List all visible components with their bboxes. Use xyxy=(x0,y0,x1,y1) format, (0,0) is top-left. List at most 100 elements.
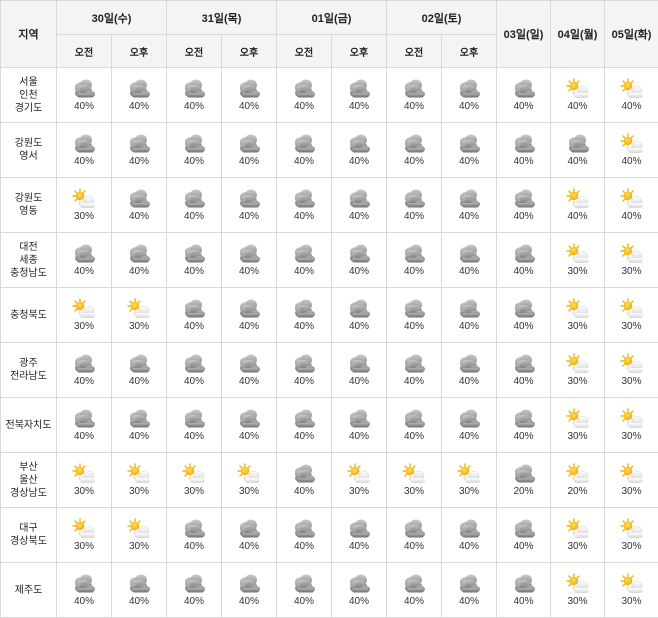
forecast-cell: 40% xyxy=(497,233,551,288)
cloudy-icon xyxy=(71,573,97,595)
precipitation-probability: 40% xyxy=(387,266,441,277)
forecast-cell: 40% xyxy=(222,288,277,343)
forecast-cell: 40% xyxy=(277,398,332,453)
cloudy-icon xyxy=(181,298,207,320)
forecast-cell: 40% xyxy=(167,178,222,233)
region-name-line: 전라남도 xyxy=(1,370,56,383)
day-header-02: 02일(토) xyxy=(387,1,497,35)
forecast-cell: 30% xyxy=(387,453,442,508)
forecast-cell: 40% xyxy=(167,288,222,343)
cloudy-icon xyxy=(346,78,372,100)
cloudy-icon xyxy=(236,133,262,155)
cloudy-icon xyxy=(401,133,427,155)
precipitation-probability: 40% xyxy=(57,156,111,167)
forecast-cell: 40% xyxy=(277,233,332,288)
pm-header: 오후 xyxy=(442,35,497,68)
precipitation-probability: 40% xyxy=(387,156,441,167)
forecast-cell: 40% xyxy=(112,123,167,178)
forecast-cell: 30% xyxy=(222,453,277,508)
region-name-line: 광주 xyxy=(1,357,56,370)
cloudy-icon xyxy=(181,78,207,100)
forecast-cell: 30% xyxy=(605,398,658,453)
forecast-cell: 30% xyxy=(551,508,605,563)
cloudy-icon xyxy=(181,243,207,265)
region-name: 대구경상북도 xyxy=(1,508,57,563)
partly-cloudy-icon xyxy=(619,573,645,595)
precipitation-probability: 40% xyxy=(387,211,441,222)
cloudy-icon xyxy=(346,408,372,430)
forecast-cell: 40% xyxy=(551,123,605,178)
partly-cloudy-icon xyxy=(565,408,591,430)
precipitation-probability: 40% xyxy=(497,211,550,222)
forecast-cell: 40% xyxy=(222,68,277,123)
day-header-30: 30일(수) xyxy=(57,1,167,35)
precipitation-probability: 20% xyxy=(551,486,604,497)
forecast-cell: 40% xyxy=(442,233,497,288)
forecast-cell: 30% xyxy=(605,453,658,508)
precipitation-probability: 40% xyxy=(277,541,331,552)
forecast-cell: 40% xyxy=(497,563,551,618)
precipitation-probability: 40% xyxy=(387,431,441,442)
cloudy-icon xyxy=(181,408,207,430)
cloudy-icon xyxy=(456,518,482,540)
forecast-cell: 40% xyxy=(387,288,442,343)
precipitation-probability: 30% xyxy=(551,596,604,607)
forecast-cell: 40% xyxy=(497,343,551,398)
precipitation-probability: 40% xyxy=(332,596,386,607)
cloudy-icon xyxy=(236,353,262,375)
precipitation-probability: 40% xyxy=(387,596,441,607)
precipitation-probability: 40% xyxy=(332,101,386,112)
forecast-cell: 40% xyxy=(387,398,442,453)
cloudy-icon xyxy=(291,133,317,155)
precipitation-probability: 40% xyxy=(167,101,221,112)
precipitation-probability: 40% xyxy=(387,541,441,552)
partly-cloudy-icon xyxy=(619,463,645,485)
precipitation-probability: 40% xyxy=(112,266,166,277)
precipitation-probability: 40% xyxy=(112,211,166,222)
cloudy-icon xyxy=(456,353,482,375)
forecast-cell: 30% xyxy=(605,508,658,563)
cloudy-icon xyxy=(126,573,152,595)
forecast-cell: 30% xyxy=(112,508,167,563)
partly-cloudy-icon xyxy=(565,78,591,100)
table-row: 대구경상북도30%30%40%40%40%40%40%40%40%30%30% xyxy=(1,508,658,563)
forecast-cell: 40% xyxy=(497,508,551,563)
partly-cloudy-icon xyxy=(126,463,152,485)
cloudy-icon xyxy=(456,573,482,595)
forecast-cell: 40% xyxy=(497,398,551,453)
precipitation-probability: 20% xyxy=(497,486,550,497)
forecast-cell: 40% xyxy=(332,123,387,178)
cloudy-icon xyxy=(71,133,97,155)
partly-cloudy-icon xyxy=(619,518,645,540)
cloudy-icon xyxy=(291,188,317,210)
cloudy-icon xyxy=(71,353,97,375)
cloudy-icon xyxy=(511,133,537,155)
cloudy-icon xyxy=(126,188,152,210)
cloudy-icon xyxy=(236,78,262,100)
precipitation-probability: 40% xyxy=(112,376,166,387)
cloudy-icon xyxy=(126,133,152,155)
precipitation-probability: 40% xyxy=(605,211,658,222)
cloudy-icon xyxy=(511,518,537,540)
forecast-cell: 40% xyxy=(551,68,605,123)
precipitation-probability: 40% xyxy=(167,596,221,607)
forecast-cell: 40% xyxy=(605,68,658,123)
day-header-31: 31일(목) xyxy=(167,1,277,35)
precipitation-probability: 40% xyxy=(167,156,221,167)
precipitation-probability: 30% xyxy=(387,486,441,497)
cloudy-icon xyxy=(236,518,262,540)
region-name-line: 강원도 xyxy=(1,192,56,205)
cloudy-icon xyxy=(511,188,537,210)
partly-cloudy-icon xyxy=(126,298,152,320)
forecast-cell: 40% xyxy=(222,398,277,453)
precipitation-probability: 40% xyxy=(497,431,550,442)
forecast-cell: 30% xyxy=(551,563,605,618)
precipitation-probability: 40% xyxy=(442,431,496,442)
region-name: 대전세종충청남도 xyxy=(1,233,57,288)
partly-cloudy-icon xyxy=(181,463,207,485)
forecast-cell: 40% xyxy=(277,123,332,178)
region-name: 광주전라남도 xyxy=(1,343,57,398)
cloudy-icon xyxy=(456,188,482,210)
cloudy-icon xyxy=(236,408,262,430)
precipitation-probability: 30% xyxy=(332,486,386,497)
